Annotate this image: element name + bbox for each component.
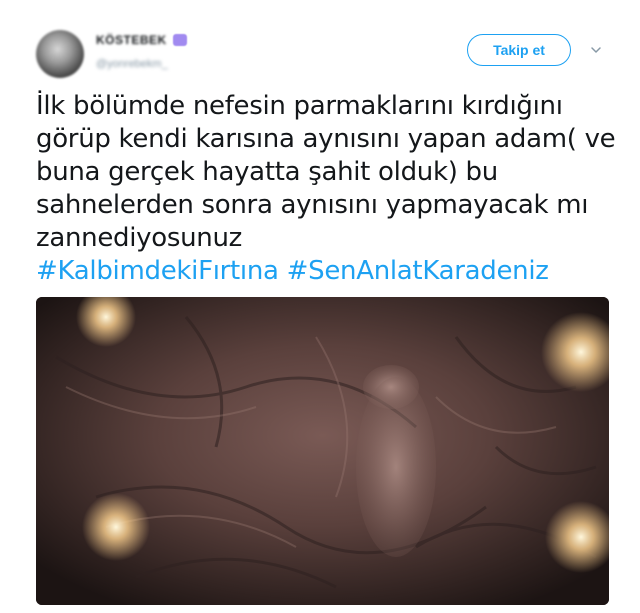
author-handle[interactable]: @yonrebekm_ [96,58,168,70]
hashtag-link[interactable]: #SenAnlatKaradeniz [287,256,549,286]
follow-button[interactable]: Takip et [467,34,571,66]
hashtag-line: #KalbimdekiFırtına #SenAnlatKaradeniz [36,255,616,288]
tweet-line: zannediyosunuz [36,223,242,253]
badge-icon [172,34,187,46]
author-name-row[interactable]: KÖSTEBEK [96,33,187,47]
tweet-line: buna gerçek hayatta şahit olduk) bu [36,157,498,187]
author-display-name[interactable]: KÖSTEBEK [96,33,167,47]
tweet-text: İlk bölümde nefesin parmaklarını kırdığı… [36,90,616,288]
tweet-media-image[interactable] [36,297,609,605]
hashtag-link[interactable]: #KalbimdekiFırtına [36,256,279,286]
avatar[interactable] [36,30,84,78]
tweet-line: sahnelerden sonra aynısını yapmayacak mı [36,190,589,220]
chevron-down-icon[interactable] [590,44,602,56]
tweet-line: görüp kendi karısına aynısını yapan adam… [36,124,616,154]
tweet-line: İlk bölümde nefesin parmaklarını kırdığı… [36,91,563,121]
